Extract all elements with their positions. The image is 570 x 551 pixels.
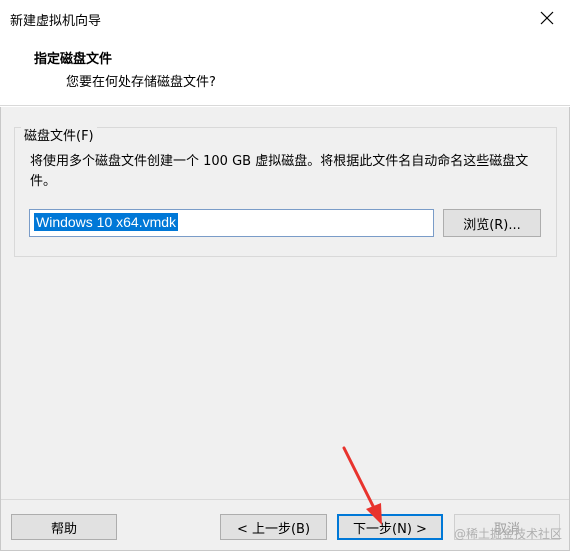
disk-filename-value: Windows 10 x64.vmdk — [34, 213, 179, 231]
back-button[interactable]: < 上一步(B) — [220, 514, 327, 540]
title-bar: 新建虚拟机向导 — [0, 0, 570, 36]
next-button[interactable]: 下一步(N) > — [337, 514, 443, 540]
disk-filename-input[interactable]: Windows 10 x64.vmdk — [29, 209, 434, 237]
footer-divider — [1, 499, 569, 500]
window-title: 新建虚拟机向导 — [10, 14, 102, 29]
page-title: 指定磁盘文件 — [34, 52, 113, 67]
wizard-header: 指定磁盘文件 您要在何处存储磁盘文件? — [0, 36, 570, 106]
disk-file-group-label: 磁盘文件(F) — [21, 125, 97, 144]
page-subtitle: 您要在何处存储磁盘文件? — [66, 75, 216, 90]
disk-file-description: 将使用多个磁盘文件创建一个 100 GB 虚拟磁盘。将根据此文件名自动命名这些磁… — [30, 154, 529, 189]
browse-button[interactable]: 浏览(R)... — [443, 209, 541, 237]
wizard-content: 磁盘文件(F) 将使用多个磁盘文件创建一个 100 GB 虚拟磁盘。将根据此文件… — [0, 107, 570, 551]
disk-file-group — [14, 127, 557, 257]
close-button[interactable] — [524, 0, 570, 36]
help-button[interactable]: 帮助 — [11, 514, 117, 540]
watermark: @稀土掘金技术社区 — [453, 527, 562, 541]
close-icon — [540, 11, 554, 25]
